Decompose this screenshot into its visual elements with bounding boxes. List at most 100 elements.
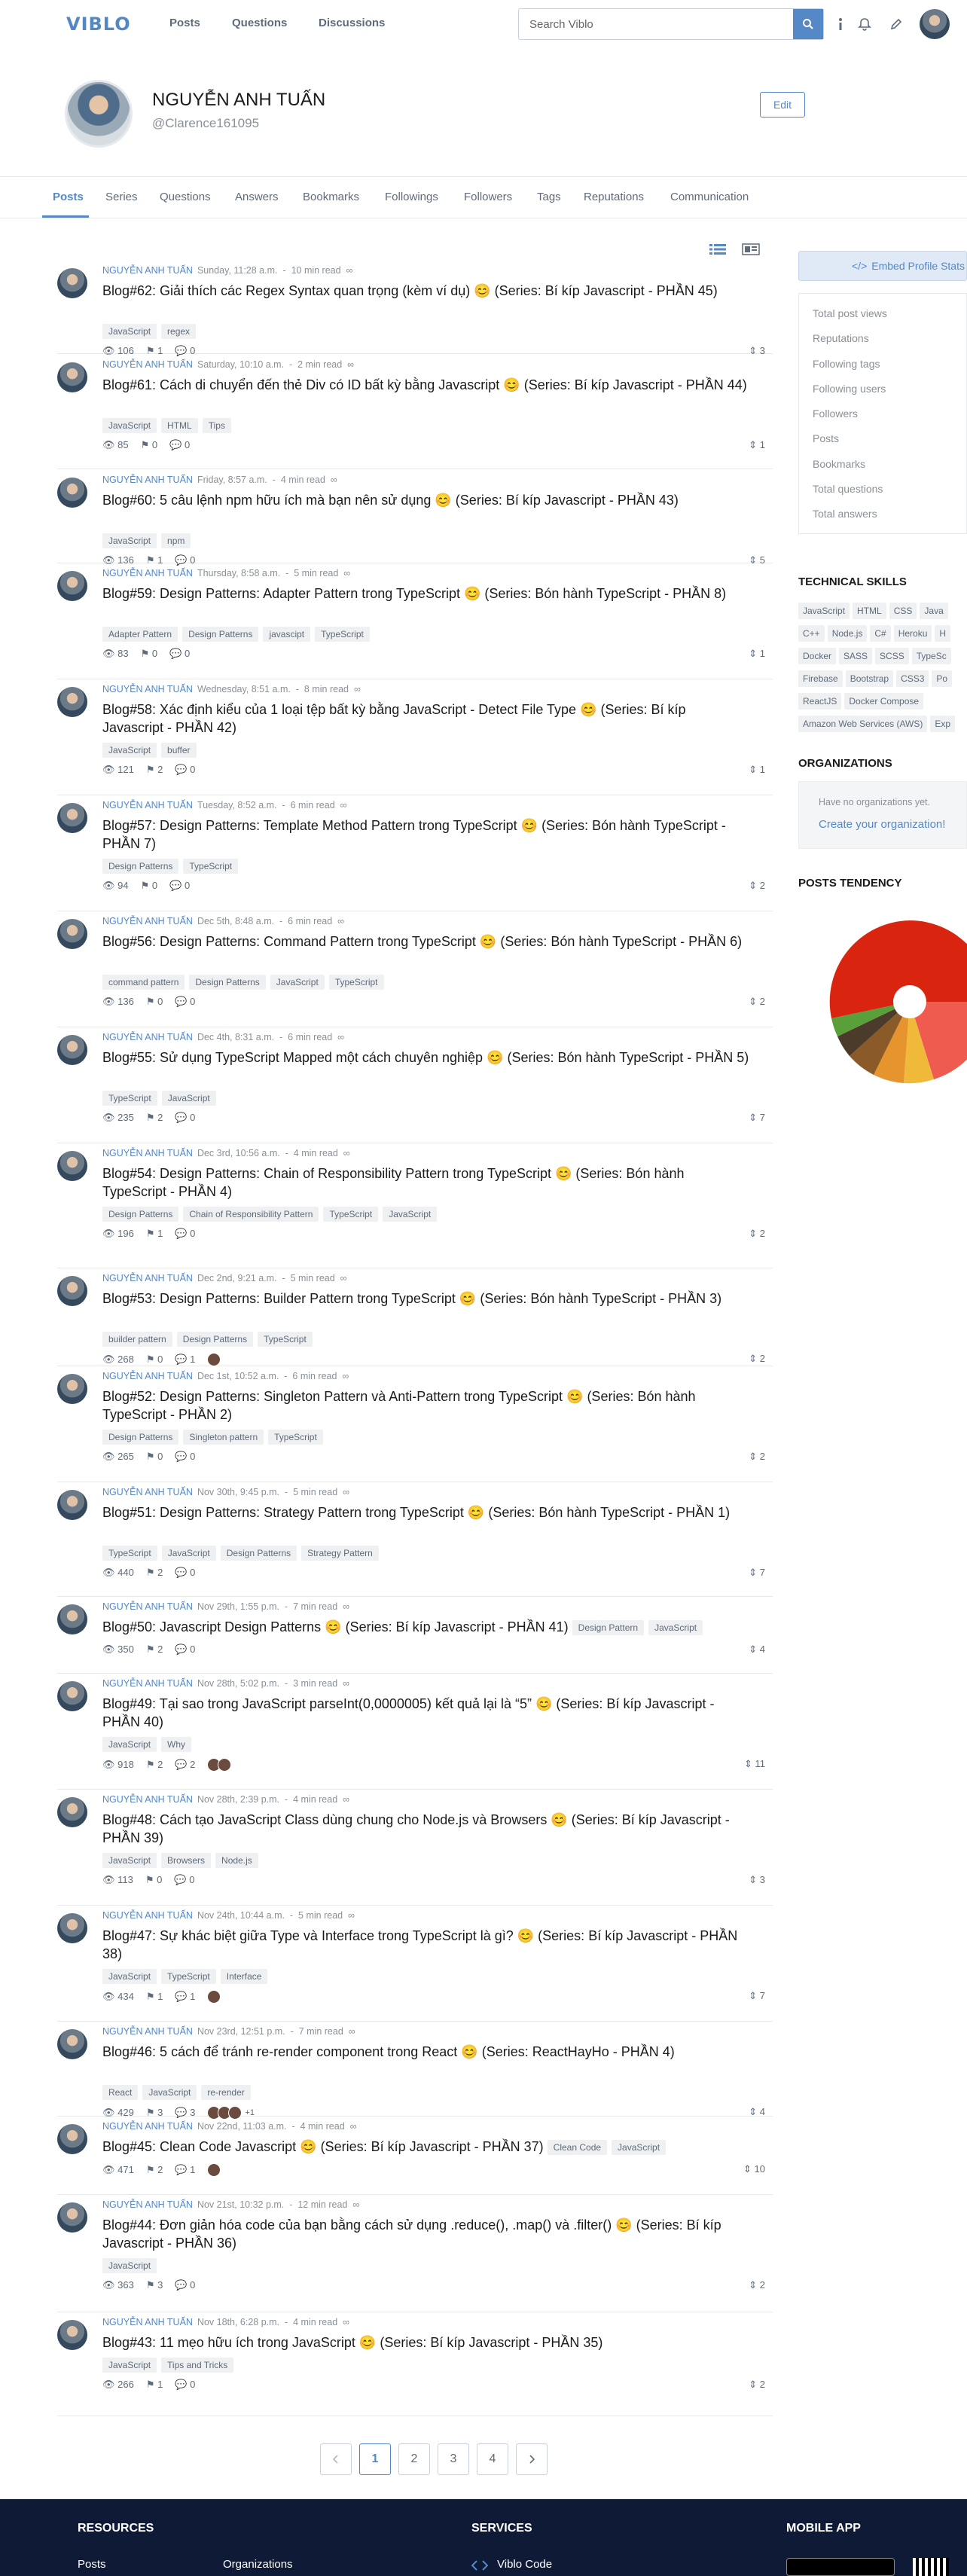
author-avatar[interactable] (57, 1913, 87, 1943)
link-icon[interactable]: ∞ (342, 1371, 349, 1381)
post-tag[interactable]: TypeScript (183, 859, 239, 874)
post-author[interactable]: NGUYỄN ANH TUẤN (102, 1148, 193, 1158)
post-tag[interactable]: TypeScript (161, 1969, 216, 1984)
post-title[interactable]: Blog#59: Design Patterns: Adapter Patter… (102, 584, 750, 603)
post-author[interactable]: NGUYỄN ANH TUẤN (102, 1487, 193, 1497)
tab-followings[interactable]: Followings (385, 191, 438, 203)
post-author[interactable]: NGUYỄN ANH TUẤN (102, 1794, 193, 1805)
skill-tag[interactable]: Po (932, 670, 953, 687)
post-title[interactable]: Blog#61: Cách di chuyển đến thẻ Div có I… (102, 376, 750, 394)
post-author[interactable]: NGUYỄN ANH TUẤN (102, 1678, 193, 1689)
post-tag[interactable]: TypeScript (328, 975, 384, 990)
skill-tag[interactable]: SASS (839, 648, 873, 664)
post-tag[interactable]: JavaScript (648, 1620, 703, 1636)
post-author[interactable]: NGUYỄN ANH TUẤN (102, 1032, 193, 1042)
post-author[interactable]: NGUYỄN ANH TUẤN (102, 1601, 193, 1612)
post-author[interactable]: NGUYỄN ANH TUẤN (102, 2026, 193, 2037)
post-author[interactable]: NGUYỄN ANH TUẤN (102, 359, 193, 370)
author-avatar[interactable] (57, 1681, 87, 1711)
author-avatar[interactable] (57, 2124, 87, 2154)
post-title[interactable]: Blog#62: Giải thích các Regex Syntax qua… (102, 282, 750, 300)
post-tag[interactable]: Clean Code (547, 2140, 608, 2156)
skill-tag[interactable]: SCSS (875, 648, 909, 664)
post-tag[interactable]: Design Patterns (102, 1430, 179, 1445)
link-icon[interactable]: ∞ (343, 568, 350, 578)
post-tag[interactable]: Strategy Pattern (301, 1546, 379, 1561)
post-tag[interactable]: TypeScript (315, 627, 370, 642)
bell-icon[interactable] (855, 14, 874, 34)
skill-tag[interactable]: Amazon Web Services (AWS) (798, 716, 928, 732)
link-icon[interactable]: ∞ (347, 359, 354, 370)
post-tag[interactable]: JavaScript (102, 1853, 157, 1868)
post-title[interactable]: Blog#49: Tại sao trong JavaScript parseI… (102, 1695, 750, 1731)
skill-tag[interactable]: Docker (798, 648, 837, 664)
post-author[interactable]: NGUYỄN ANH TUẤN (102, 684, 193, 694)
post-title[interactable]: Blog#56: Design Patterns: Command Patter… (102, 932, 750, 951)
post-tag[interactable]: React (102, 2085, 139, 2100)
tab-series[interactable]: Series (105, 191, 138, 203)
post-tag[interactable]: builder pattern (102, 1332, 172, 1347)
author-avatar[interactable] (57, 1276, 87, 1306)
post-tag[interactable]: Design Patterns (176, 1332, 254, 1347)
post-tag[interactable]: Design Patterns (220, 1546, 297, 1561)
post-title[interactable]: Blog#58: Xác định kiểu của 1 loại tệp bấ… (102, 700, 750, 737)
post-title[interactable]: Blog#57: Design Patterns: Template Metho… (102, 816, 750, 853)
skill-tag[interactable]: C++ (798, 625, 825, 642)
post-tag[interactable]: Tips and Tricks (161, 2358, 234, 2373)
post-tag[interactable]: JavaScript (612, 2140, 667, 2156)
post-tag[interactable]: Browsers (161, 1853, 212, 1868)
author-avatar[interactable] (57, 1797, 87, 1827)
skill-tag[interactable]: CSS3 (896, 670, 929, 687)
post-author[interactable]: NGUYỄN ANH TUẤN (102, 2317, 193, 2327)
card-view-toggle[interactable] (741, 241, 761, 258)
next-page-button[interactable] (516, 2443, 548, 2475)
link-icon[interactable]: ∞ (343, 1678, 349, 1689)
post-tag[interactable]: Design Patterns (189, 975, 266, 990)
post-title[interactable]: Blog#52: Design Patterns: Singleton Patt… (102, 1387, 750, 1424)
post-tag[interactable]: TypeScript (102, 1091, 157, 1106)
post-tag[interactable]: Tips (202, 418, 231, 433)
post-author[interactable]: NGUYỄN ANH TUẤN (102, 2199, 193, 2210)
skill-tag[interactable]: Firebase (798, 670, 843, 687)
commenter-avatar[interactable] (207, 2163, 221, 2177)
post-tag[interactable]: Design Patterns (102, 1207, 179, 1222)
post-author[interactable]: NGUYỄN ANH TUẤN (102, 1910, 193, 1921)
post-tag[interactable]: TypeScript (323, 1207, 379, 1222)
post-author[interactable]: NGUYỄN ANH TUẤN (102, 265, 193, 276)
post-tag[interactable]: JavaScript (161, 1091, 216, 1106)
viblo-logo[interactable]: VIBLO (66, 14, 131, 35)
post-tag[interactable]: Why (161, 1737, 192, 1752)
commenter-avatar[interactable] (228, 2106, 243, 2120)
tab-answers[interactable]: Answers (235, 191, 279, 203)
post-tag[interactable]: HTML (161, 418, 198, 433)
post-title[interactable]: Blog#50: Javascript Design Patterns 😊 (S… (102, 1619, 569, 1634)
post-tag[interactable]: Adapter Pattern (102, 627, 178, 642)
tab-followers[interactable]: Followers (464, 191, 512, 203)
post-author[interactable]: NGUYỄN ANH TUẤN (102, 2121, 193, 2132)
nav-posts[interactable]: Posts (169, 17, 200, 29)
post-tag[interactable]: Interface (220, 1969, 268, 1984)
skill-tag[interactable]: Exp (930, 716, 956, 732)
author-avatar[interactable] (57, 2320, 87, 2350)
link-icon[interactable]: ∞ (343, 2317, 349, 2327)
link-icon[interactable]: ∞ (350, 2121, 357, 2132)
skill-tag[interactable]: Java (920, 603, 948, 619)
post-author[interactable]: NGUYỄN ANH TUẤN (102, 1273, 193, 1283)
link-icon[interactable]: ∞ (343, 1148, 350, 1158)
post-title[interactable]: Blog#47: Sự khác biệt giữa Type và Inter… (102, 1927, 750, 1963)
post-tag[interactable]: JavaScript (102, 1969, 157, 1984)
post-title[interactable]: Blog#43: 11 mẹo hữu ích trong JavaScript… (102, 2333, 750, 2352)
post-title[interactable]: Blog#45: Clean Code Javascript 😊 (Series… (102, 2139, 544, 2154)
author-avatar[interactable] (57, 919, 87, 949)
tab-tags[interactable]: Tags (537, 191, 561, 203)
post-tag[interactable]: command pattern (102, 975, 185, 990)
skill-tag[interactable]: H (935, 625, 951, 642)
page-1[interactable]: 1 (359, 2443, 391, 2475)
post-title[interactable]: Blog#55: Sử dụng TypeScript Mapped một c… (102, 1048, 750, 1067)
skill-tag[interactable]: Heroku (893, 625, 932, 642)
skill-tag[interactable]: JavaScript (798, 603, 850, 619)
post-tag[interactable]: npm (161, 533, 191, 548)
page-4[interactable]: 4 (477, 2443, 508, 2475)
post-author[interactable]: NGUYỄN ANH TUẤN (102, 475, 193, 485)
author-avatar[interactable] (57, 571, 87, 601)
